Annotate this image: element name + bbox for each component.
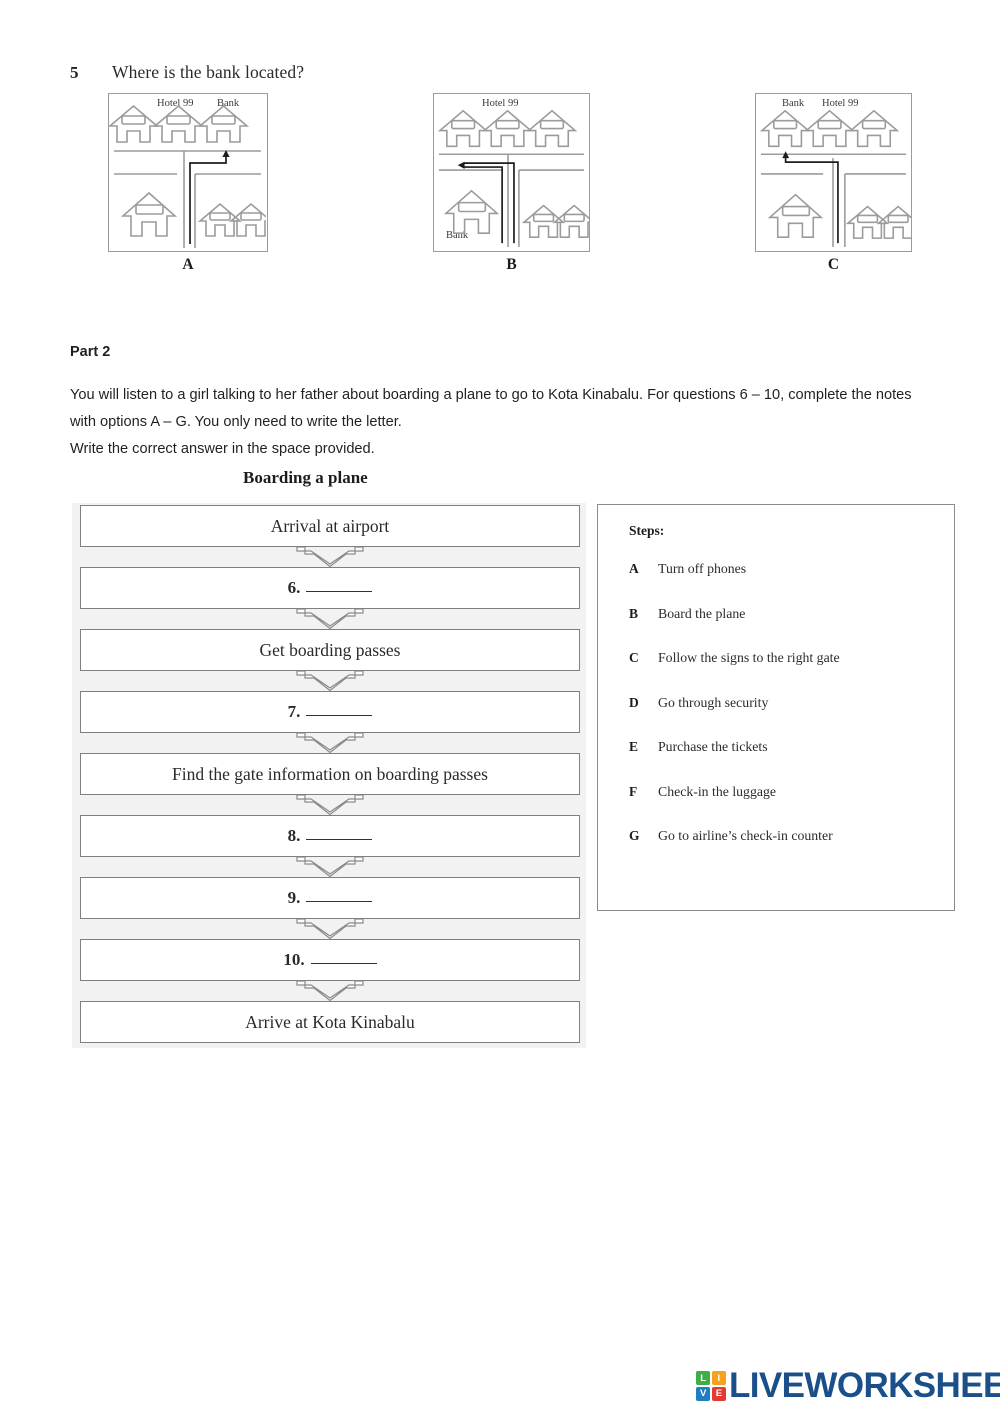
flow-answer-number: 10.	[283, 950, 305, 969]
option-b-diagram[interactable]: Hotel 99 Bank B	[433, 93, 590, 273]
steps-option-text: Go through security	[658, 694, 769, 710]
logo-tile-l: L	[696, 1371, 711, 1386]
flow-answer-blank-line[interactable]	[306, 839, 373, 840]
logo-tile-i: I	[711, 1371, 726, 1386]
steps-option-key: G	[629, 828, 640, 843]
steps-option-key: B	[629, 605, 639, 621]
flow-answer-box[interactable]: 10.	[80, 939, 580, 981]
flow-connector-arrow	[296, 981, 364, 1001]
steps-panel-heading: Steps:	[629, 523, 665, 538]
steps-option-key: F	[629, 783, 638, 799]
question-prompt: Where is the bank located?	[112, 62, 305, 82]
steps-option-row[interactable]: E Purchase the tickets	[629, 739, 938, 755]
flowchart: Arrival at airport 6. Get boarding passes 7…	[80, 505, 580, 1043]
instructions-line-2: Write the correct answer in the space pr…	[70, 441, 375, 457]
flow-answer-box[interactable]: 7.	[80, 691, 580, 733]
steps-option-row[interactable]: A Turn off phones	[629, 561, 938, 577]
flow-label-box: Arrive at Kota Kinabalu	[80, 1001, 580, 1043]
steps-option-text: Check-in the luggage	[658, 783, 777, 799]
option-b-map-svg	[437, 109, 589, 248]
flow-connector-arrow	[296, 919, 364, 939]
steps-option-row[interactable]: C Follow the signs to the right gate	[629, 650, 938, 666]
flow-answer-blank-line[interactable]	[306, 591, 373, 592]
instructions-line-1: You will listen to a girl talking to her…	[70, 387, 912, 430]
question-number: 5	[70, 63, 79, 82]
option-b-route-arrowhead	[457, 161, 465, 169]
flow-answer-number: 6.	[287, 578, 301, 597]
liveworksheets-logo: LIVE LIVEWORKSHEETS	[696, 1366, 1000, 1406]
flow-step: Find the gate information on boarding pa…	[80, 753, 580, 795]
flowchart-title: Boarding a plane	[243, 468, 368, 487]
steps-option-text: Go to airline’s check-in counter	[658, 828, 833, 843]
option-c-map-svg	[759, 109, 911, 248]
flow-step-label: Arrive at Kota Kinabalu	[245, 1011, 415, 1032]
flow-step: 8.	[80, 815, 580, 857]
part-2-instructions: You will listen to a girl talking to her…	[70, 382, 932, 463]
steps-option-text: Turn off phones	[658, 561, 747, 576]
logo-tile-v: V	[696, 1386, 711, 1401]
flow-connector-arrow	[296, 671, 364, 691]
flow-step: 6.	[80, 567, 580, 609]
steps-option-row[interactable]: F Check-in the luggage	[629, 784, 938, 800]
flow-step: Arrive at Kota Kinabalu	[80, 1001, 580, 1043]
flow-answer-blank-line[interactable]	[306, 901, 373, 902]
question-5-heading: 5 Where is the bank located?	[70, 62, 930, 83]
steps-option-text: Purchase the tickets	[658, 739, 768, 754]
flow-label-box: Get boarding passes	[80, 629, 580, 671]
steps-option-key: C	[629, 650, 639, 665]
flow-step: 10.	[80, 939, 580, 981]
steps-option-text: Follow the signs to the right gate	[658, 650, 840, 665]
flow-step: 7.	[80, 691, 580, 733]
option-a-map-svg	[109, 104, 266, 248]
steps-option-row[interactable]: G Go to airline’s check-in counter	[629, 828, 938, 844]
flow-step-label: Arrival at airport	[270, 515, 390, 536]
flow-connector-arrow	[296, 795, 364, 815]
flow-answer-box[interactable]: 8.	[80, 815, 580, 857]
flow-connector-arrow	[296, 857, 364, 877]
flow-label-box: Find the gate information on boarding pa…	[80, 753, 580, 795]
flow-step-label: Find the gate information on boarding pa…	[172, 763, 488, 784]
flow-answer-box[interactable]: 6.	[80, 567, 580, 609]
liveworksheets-wordmark: LIVEWORKSHEETS	[729, 1366, 1000, 1405]
flow-answer-number: 7.	[287, 702, 301, 721]
steps-option-key: D	[629, 694, 639, 710]
flow-step: 9.	[80, 877, 580, 919]
flow-connector-arrow	[296, 733, 364, 753]
liveworksheets-logo-tiles: LIVE	[696, 1371, 726, 1401]
flow-answer-number: 8.	[287, 826, 301, 845]
flow-connector-arrow	[296, 547, 364, 567]
option-c-letter: C	[827, 256, 840, 273]
flow-step: Get boarding passes	[80, 629, 580, 671]
option-c-diagram[interactable]: Bank Hotel 99 C	[755, 93, 912, 273]
steps-option-list: A Turn off phones B Board the plane C Follow …	[614, 561, 938, 844]
flow-step-label: Get boarding passes	[259, 639, 401, 660]
steps-options-panel: Steps: A Turn off phones B Board the plane C…	[597, 504, 955, 911]
option-a-letter: A	[182, 256, 194, 273]
flow-answer-box[interactable]: 9.	[80, 877, 580, 919]
flow-answer-blank-line[interactable]	[306, 715, 373, 716]
flow-label-box: Arrival at airport	[80, 505, 580, 547]
steps-option-row[interactable]: B Board the plane	[629, 606, 938, 622]
steps-option-key: E	[629, 739, 639, 754]
steps-option-text: Board the plane	[658, 605, 746, 621]
flow-connector-arrow	[296, 609, 364, 629]
steps-option-row[interactable]: D Go through security	[629, 695, 938, 711]
flow-answer-blank-line[interactable]	[310, 963, 377, 964]
option-a-diagram[interactable]: Hotel 99 Bank A	[108, 93, 268, 273]
part-2-title: Part 2	[70, 344, 111, 360]
steps-option-key: A	[629, 561, 639, 576]
option-b-letter: B	[506, 256, 517, 273]
logo-tile-e: E	[711, 1386, 726, 1401]
flow-answer-number: 9.	[287, 888, 301, 907]
flow-step: Arrival at airport	[80, 505, 580, 547]
